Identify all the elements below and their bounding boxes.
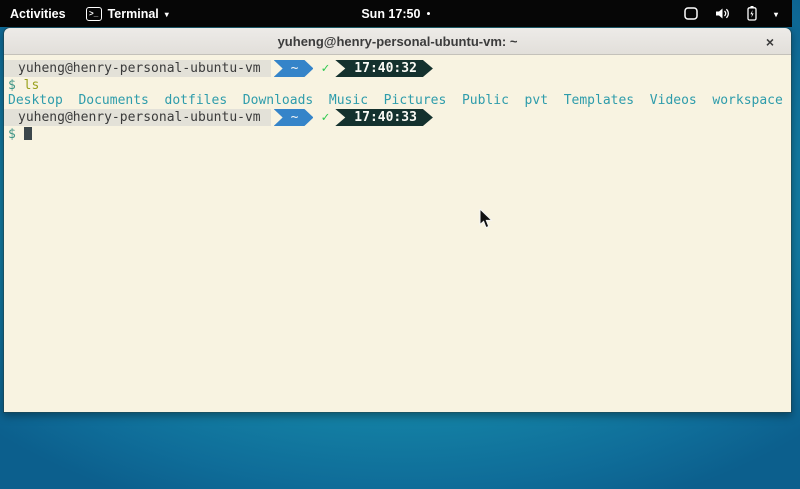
- ls-output: Desktop Documents dotfiles Downloads Mus…: [4, 93, 791, 108]
- prompt-status-check-icon: ✓: [321, 109, 329, 126]
- terminal-window: yuheng@henry-personal-ubuntu-vm: ~ × yuh…: [3, 27, 792, 413]
- battery-charging-icon: [747, 6, 757, 21]
- text-cursor: [24, 127, 32, 140]
- window-title: yuheng@henry-personal-ubuntu-vm: ~: [4, 34, 791, 49]
- top-bar: Activities >_ Terminal ▾ Sun 17:50 ● ▾: [0, 0, 792, 27]
- prompt-time-segment: 17:40:32: [335, 60, 433, 77]
- terminal-content[interactable]: yuheng@henry-personal-ubuntu-vm ~ ✓ 17:4…: [4, 55, 791, 412]
- chevron-down-icon: ▾: [165, 10, 169, 19]
- typed-command: ls: [24, 78, 40, 93]
- command-line-active[interactable]: $: [4, 127, 791, 142]
- prompt-line: yuheng@henry-personal-ubuntu-vm ~ ✓ 17:4…: [4, 60, 791, 77]
- prompt-status-check-icon: ✓: [321, 60, 329, 77]
- command-line: $ ls: [4, 78, 791, 93]
- volume-icon: [715, 7, 730, 20]
- prompt-line: yuheng@henry-personal-ubuntu-vm ~ ✓ 17:4…: [4, 109, 791, 126]
- screen-icon: [684, 7, 698, 20]
- activities-button[interactable]: Activities: [0, 7, 78, 21]
- shell-prompt-symbol: $: [8, 127, 16, 142]
- mouse-pointer-icon: [479, 209, 494, 230]
- close-button[interactable]: ×: [759, 28, 781, 55]
- prompt-time-segment: 17:40:33: [335, 109, 433, 126]
- prompt-path-segment: ~: [274, 109, 314, 126]
- prompt-userhost-segment: yuheng@henry-personal-ubuntu-vm: [4, 109, 271, 126]
- prompt-userhost-segment: yuheng@henry-personal-ubuntu-vm: [4, 60, 271, 77]
- app-menu-terminal[interactable]: >_ Terminal ▾: [78, 7, 177, 21]
- system-status-area[interactable]: ▾: [684, 6, 792, 21]
- terminal-icon: >_: [86, 7, 102, 21]
- shell-prompt-symbol: $: [8, 78, 16, 93]
- system-menu-chevron-icon: ▾: [774, 10, 778, 19]
- close-icon: ×: [766, 34, 774, 50]
- prompt-path-segment: ~: [274, 60, 314, 77]
- notification-dot-icon: ●: [426, 11, 430, 18]
- app-menu-label: Terminal: [108, 7, 159, 21]
- window-titlebar[interactable]: yuheng@henry-personal-ubuntu-vm: ~ ×: [4, 28, 791, 55]
- clock[interactable]: Sun 17:50: [361, 7, 420, 21]
